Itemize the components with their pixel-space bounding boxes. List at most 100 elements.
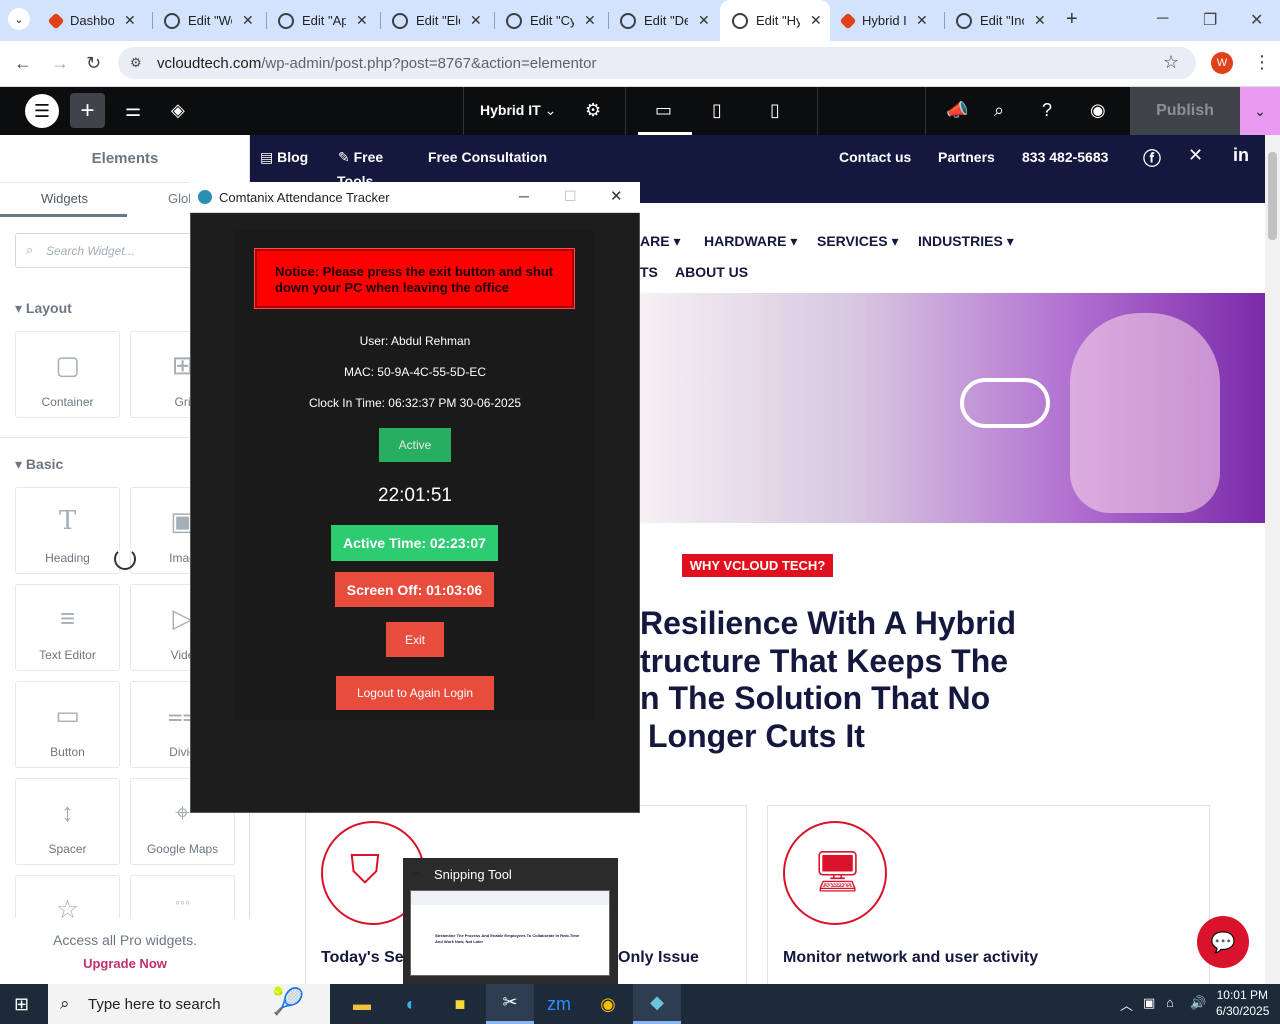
facebook-icon[interactable]: ⓕ xyxy=(1143,145,1161,171)
zoom-icon[interactable]: zm xyxy=(535,984,583,1024)
browser-tab-edit-ele[interactable]: Edit "Ele✕ xyxy=(380,0,494,41)
widget-pro-1[interactable]: ☆ xyxy=(15,875,120,920)
show-hidden-icons-chevron-icon[interactable]: ︿ xyxy=(1120,995,1133,1014)
mobile-device-icon[interactable]: ▯ xyxy=(770,100,780,121)
minimize-window-icon[interactable]: ─ xyxy=(519,188,529,204)
forward-icon[interactable]: → xyxy=(51,53,69,74)
search-icon[interactable]: ⌕ xyxy=(994,100,1004,121)
snipping-tool-thumbnail[interactable]: Streamline The Process And Enable Employ… xyxy=(410,890,610,976)
exit-button[interactable]: Exit xyxy=(386,622,444,657)
page-name-dropdown[interactable]: Hybrid IT ⌄ xyxy=(480,102,556,119)
widget-pro-2[interactable]: ◦◦◦ xyxy=(130,875,235,920)
add-element-button[interactable]: + xyxy=(70,93,105,128)
widget-button[interactable]: ▭ Button xyxy=(15,681,120,768)
menu-item-about-us[interactable]: ABOUT US xyxy=(675,264,748,280)
close-tab-icon[interactable]: ✕ xyxy=(584,12,596,29)
chrome-icon[interactable]: ◉ xyxy=(584,984,632,1024)
close-tab-icon[interactable]: ✕ xyxy=(916,12,928,29)
free-tools-link[interactable]: ✎ Free xyxy=(338,149,383,166)
contact-us-link[interactable]: Contact us xyxy=(839,149,911,165)
phone-number[interactable]: 833 482-5683 xyxy=(1022,149,1108,165)
tablet-device-icon[interactable]: ▯ xyxy=(712,100,722,121)
close-window-icon[interactable]: ✕ xyxy=(1250,10,1263,30)
x-twitter-icon[interactable]: ✕ xyxy=(1188,145,1203,166)
linkedin-icon[interactable]: in xyxy=(1233,145,1249,166)
upgrade-now-link[interactable]: Upgrade Now xyxy=(0,956,250,971)
file-explorer-icon[interactable]: ▬ xyxy=(338,984,386,1024)
browser-tab-edit-de[interactable]: Edit "De ✕ xyxy=(608,0,722,41)
widget-heading[interactable]: T Heading xyxy=(15,487,120,574)
browser-tab-dashboard[interactable]: Dashboard✕ xyxy=(38,0,152,41)
close-tab-icon[interactable]: ✕ xyxy=(356,12,368,29)
logout-login-button[interactable]: Logout to Again Login xyxy=(336,676,494,710)
close-tab-icon[interactable]: ✕ xyxy=(698,12,710,29)
basic-section-toggle[interactable]: ▾ Basic xyxy=(15,456,63,473)
site-settings-icon[interactable]: ⚌ xyxy=(125,100,141,121)
widget-container[interactable]: ▢ Container xyxy=(15,331,120,418)
attendance-tracker-taskbar-icon[interactable]: ◆ xyxy=(633,984,681,1024)
pro-widget-icon: ◦◦◦ xyxy=(175,894,190,910)
widget-label: Text Editor xyxy=(39,648,96,662)
preview-eye-icon[interactable]: ◉ xyxy=(1090,100,1106,121)
browser-tab-edit-inc[interactable]: Edit "Inc ✕ xyxy=(944,0,1058,41)
structure-layers-icon[interactable]: ◈ xyxy=(171,100,185,121)
browser-tab-hybrid[interactable]: Hybrid I ✕ xyxy=(830,0,944,41)
active-status-button[interactable]: Active xyxy=(379,428,451,462)
close-tab-icon[interactable]: ✕ xyxy=(810,12,822,29)
close-window-icon[interactable]: ✕ xyxy=(610,187,623,205)
menu-item-hardware[interactable]: HARDWARE ▾ xyxy=(704,233,797,250)
menu-item-services[interactable]: SERVICES ▾ xyxy=(817,233,898,250)
back-icon[interactable]: ← xyxy=(14,53,32,74)
volume-icon[interactable]: 🔊 xyxy=(1190,995,1206,1011)
widget-spacer[interactable]: ↕ Spacer xyxy=(15,778,120,865)
url-text[interactable]: vcloudtech.com/wp-admin/post.php?post=87… xyxy=(157,55,596,72)
menu-item-industries[interactable]: INDUSTRIES ▾ xyxy=(918,233,1014,250)
browser-tab-edit-hy-active[interactable]: Edit "Hy ✕ xyxy=(720,0,830,41)
windows-start-icon[interactable]: ⊞ xyxy=(14,994,29,1015)
taskbar-clock[interactable]: 10:01 PM 6/30/2025 xyxy=(1216,988,1269,1018)
scrollbar-thumb[interactable] xyxy=(1268,152,1277,240)
free-consultation-link[interactable]: Free Consultation xyxy=(428,149,547,165)
reload-icon[interactable]: ↻ xyxy=(86,53,101,74)
elementor-logo-icon[interactable]: ☰ xyxy=(25,94,59,128)
page-settings-gear-icon[interactable]: ⚙ xyxy=(585,100,601,121)
bookmark-star-icon[interactable]: ☆ xyxy=(1163,52,1179,73)
menu-item-software[interactable]: ARE ▾ xyxy=(640,233,680,250)
partners-link[interactable]: Partners xyxy=(938,149,995,165)
new-tab-button[interactable]: + xyxy=(1066,8,1078,31)
browser-menu-icon[interactable]: ⋮ xyxy=(1253,52,1271,73)
search-placeholder: Type here to search xyxy=(88,995,221,1013)
help-icon[interactable]: ? xyxy=(1042,100,1052,121)
close-tab-icon[interactable]: ✕ xyxy=(470,12,482,29)
network-icon[interactable]: ⌂ xyxy=(1166,995,1174,1010)
close-tab-icon[interactable]: ✕ xyxy=(1034,12,1046,29)
restore-window-icon[interactable]: ❐ xyxy=(1203,10,1217,30)
browser-tab-edit-web[interactable]: Edit "Web✕ xyxy=(152,0,266,41)
blog-link[interactable]: ▤ Blog xyxy=(260,149,308,166)
menu-item-contacts[interactable]: TS xyxy=(640,264,658,280)
widget-text-editor[interactable]: ≡ Text Editor xyxy=(15,584,120,671)
tab-search-button[interactable]: ⌄ xyxy=(8,8,30,30)
layout-section-toggle[interactable]: ▾ Layout xyxy=(15,300,72,317)
chat-bubble-icon[interactable]: 💬 xyxy=(1197,916,1249,968)
minimize-window-icon[interactable]: ─ xyxy=(1157,10,1168,28)
site-info-icon[interactable]: ⚙ xyxy=(130,55,142,71)
tab-widgets[interactable]: Widgets xyxy=(41,191,88,206)
publish-button[interactable]: Publish xyxy=(1130,87,1240,135)
browser-tab-edit-cy[interactable]: Edit "Cy ✕ xyxy=(494,0,608,41)
whats-new-megaphone-icon[interactable]: 📣 xyxy=(946,100,968,121)
close-tab-icon[interactable]: ✕ xyxy=(242,12,254,29)
meet-now-icon[interactable]: ▣ xyxy=(1143,995,1155,1011)
url-host: vcloudtech.com xyxy=(157,55,262,72)
chevron-down-icon: ▾ xyxy=(891,233,899,249)
close-tab-icon[interactable]: ✕ xyxy=(124,12,136,29)
browser-tab-edit-app[interactable]: Edit "App✕ xyxy=(266,0,380,41)
edge-browser-icon[interactable]: ◐ xyxy=(387,984,435,1024)
publish-options-chevron-icon[interactable]: ⌄ xyxy=(1240,87,1280,135)
desktop-device-icon[interactable]: ▭ xyxy=(655,100,672,121)
sticky-notes-icon[interactable]: ■ xyxy=(436,984,484,1024)
profile-avatar[interactable]: W xyxy=(1211,52,1233,74)
snipping-tool-taskbar-icon[interactable]: ✂ xyxy=(486,984,534,1024)
preview-scrollbar[interactable] xyxy=(1265,135,1280,984)
maximize-window-icon[interactable]: ☐ xyxy=(564,188,577,205)
